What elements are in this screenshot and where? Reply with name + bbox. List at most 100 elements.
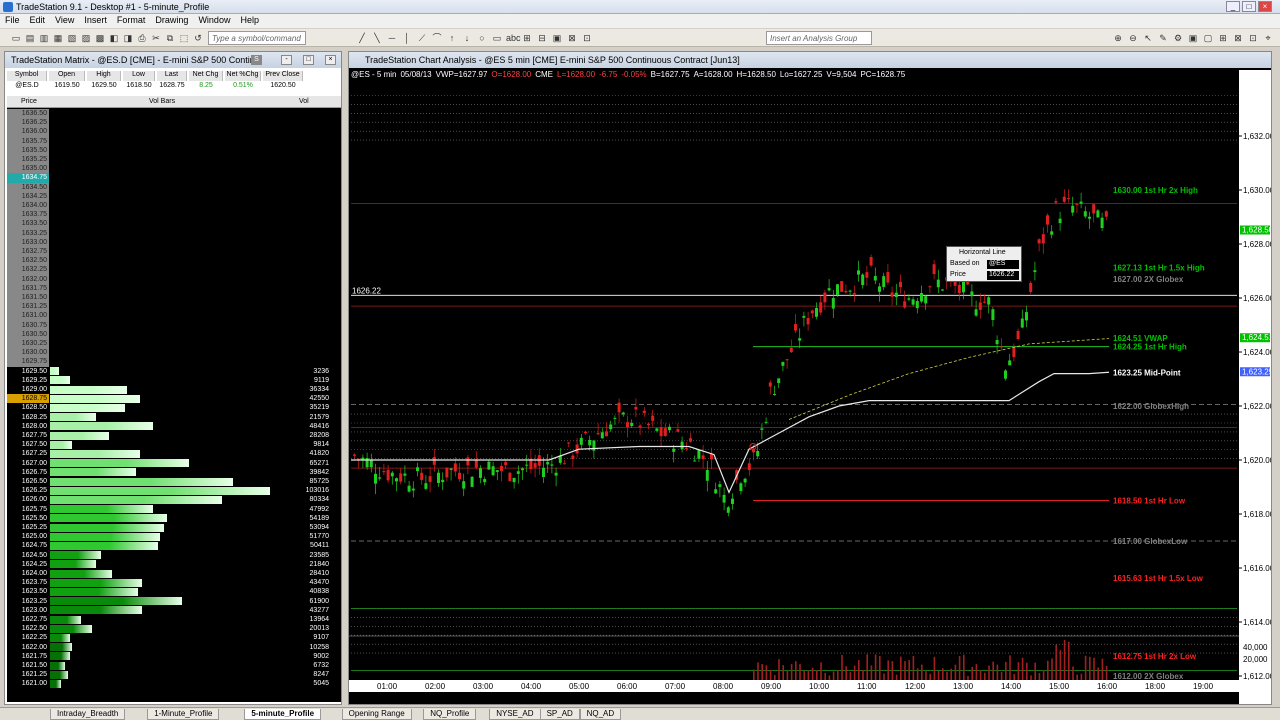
ladder-price-cell[interactable]: 1626.75: [7, 467, 49, 477]
toolbar-button-icon[interactable]: ↺: [192, 32, 204, 44]
toolbar-button-icon[interactable]: ▧: [66, 32, 78, 44]
ladder-price-cell[interactable]: 1626.25: [7, 486, 49, 496]
menu-drawing[interactable]: Drawing: [150, 14, 193, 26]
ladder-price-cell[interactable]: 1634.50: [7, 182, 49, 192]
drawing-tool-icon[interactable]: ↓: [461, 32, 473, 44]
ladder-price-cell[interactable]: 1622.00: [7, 642, 49, 652]
ladder-price-cell[interactable]: 1635.75: [7, 136, 49, 146]
drawing-tool-icon[interactable]: ▣: [551, 32, 563, 44]
menu-format[interactable]: Format: [112, 14, 151, 26]
matrix-maximize-button[interactable]: □: [303, 55, 314, 65]
ladder-price-cell[interactable]: 1631.25: [7, 302, 49, 312]
minimize-button[interactable]: _: [1226, 1, 1240, 12]
ladder-price-cell[interactable]: 1625.75: [7, 504, 49, 514]
ladder-price-cell[interactable]: 1631.75: [7, 283, 49, 293]
ladder-price-cell[interactable]: 1627.50: [7, 440, 49, 450]
ladder-price-cell[interactable]: 1630.25: [7, 339, 49, 349]
ladder-price-cell[interactable]: 1629.25: [7, 375, 49, 385]
ladder-price-cell[interactable]: 1632.00: [7, 274, 49, 284]
chart-window[interactable]: 1626.22 1630.00 1st Hr 2x High 1627.13 1st…: [348, 51, 1272, 705]
drawing-tool-icon[interactable]: ⌒: [431, 32, 443, 44]
ladder-price-cell[interactable]: 1625.50: [7, 513, 49, 523]
toolbar-button-icon[interactable]: ◨: [122, 32, 134, 44]
ladder-price-cell[interactable]: 1628.75: [7, 394, 49, 404]
ladder-price-cell[interactable]: 1624.50: [7, 550, 49, 560]
menu-file[interactable]: File: [0, 14, 25, 26]
ladder-price-cell[interactable]: 1622.75: [7, 615, 49, 625]
ladder-price-cell[interactable]: 1633.50: [7, 219, 49, 229]
menu-edit[interactable]: Edit: [25, 14, 51, 26]
ladder-price-cell[interactable]: 1624.25: [7, 559, 49, 569]
ladder-price-cell[interactable]: 1626.00: [7, 495, 49, 505]
settings-menu-icon[interactable]: S: [251, 55, 262, 65]
toolbar-button-icon[interactable]: ▤: [24, 32, 36, 44]
toolbar-button-icon[interactable]: ▥: [38, 32, 50, 44]
ladder-price-cell[interactable]: 1632.50: [7, 256, 49, 266]
toolbar-button-icon[interactable]: ⎙: [136, 32, 148, 44]
ladder-price-cell[interactable]: 1636.00: [7, 127, 49, 137]
toolbar-button-icon[interactable]: ▩: [94, 32, 106, 44]
ladder-price-cell[interactable]: 1625.00: [7, 532, 49, 542]
ladder-price-cell[interactable]: 1635.00: [7, 164, 49, 174]
ladder-price-cell[interactable]: 1628.50: [7, 403, 49, 413]
ladder-price-cell[interactable]: 1621.50: [7, 661, 49, 671]
symbol-command-input[interactable]: Type a symbol/command: [208, 31, 306, 45]
ladder-price-cell[interactable]: 1621.75: [7, 651, 49, 661]
ladder-price-cell[interactable]: 1630.00: [7, 348, 49, 358]
workspace-tab[interactable]: Opening Range: [341, 709, 412, 720]
ladder-price-cell[interactable]: 1631.50: [7, 293, 49, 303]
workspace-tab[interactable]: SP_AD: [539, 709, 580, 720]
workspace-tab[interactable]: Intraday_Breadth: [50, 709, 126, 720]
workspace-tab[interactable]: NQ_Profile: [423, 709, 477, 720]
chart-tool-icon[interactable]: ↖: [1142, 32, 1154, 44]
ladder-price-cell[interactable]: 1628.25: [7, 412, 49, 422]
ladder-price-cell[interactable]: 1624.75: [7, 541, 49, 551]
drawing-tool-icon[interactable]: ╲: [371, 32, 383, 44]
chart-tool-icon[interactable]: ⌖: [1262, 32, 1274, 44]
ladder-price-cell[interactable]: 1629.75: [7, 357, 49, 367]
chart-tool-icon[interactable]: ⊠: [1232, 32, 1244, 44]
ladder-price-cell[interactable]: 1635.50: [7, 145, 49, 155]
toolbar-button-icon[interactable]: ▭: [10, 32, 22, 44]
drawing-tool-icon[interactable]: ╱: [356, 32, 368, 44]
toolbar-button-icon[interactable]: ⬚: [178, 32, 190, 44]
ladder-price-cell[interactable]: 1629.50: [7, 366, 49, 376]
ladder-price-cell[interactable]: 1625.25: [7, 523, 49, 533]
drawing-tool-icon[interactable]: ⊟: [536, 32, 548, 44]
toolbar-button-icon[interactable]: ✂: [150, 32, 162, 44]
drawing-tool-icon[interactable]: ⊠: [566, 32, 578, 44]
chart-tool-icon[interactable]: ⊞: [1217, 32, 1229, 44]
toolbar-button-icon[interactable]: ▦: [52, 32, 64, 44]
ladder-price-cell[interactable]: 1635.25: [7, 155, 49, 165]
ladder-price-cell[interactable]: 1629.00: [7, 385, 49, 395]
ladder-price-cell[interactable]: 1634.00: [7, 201, 49, 211]
matrix-close-button[interactable]: ×: [325, 55, 336, 65]
ladder-price-cell[interactable]: 1632.25: [7, 265, 49, 275]
drawing-tool-icon[interactable]: ▭: [491, 32, 503, 44]
menu-window[interactable]: Window: [193, 14, 235, 26]
chart-tool-icon[interactable]: ▣: [1187, 32, 1199, 44]
maximize-button[interactable]: □: [1242, 1, 1256, 12]
ladder-price-cell[interactable]: 1627.75: [7, 431, 49, 441]
ladder-price-cell[interactable]: 1622.50: [7, 624, 49, 634]
workspace-tab[interactable]: 1-Minute_Profile: [147, 709, 220, 720]
ladder-price-cell[interactable]: 1622.25: [7, 633, 49, 643]
chart-tool-icon[interactable]: ⚙: [1172, 32, 1184, 44]
drawing-tool-icon[interactable]: ⊡: [581, 32, 593, 44]
ladder-price-cell[interactable]: 1623.50: [7, 587, 49, 597]
ladder-price-cell[interactable]: 1631.00: [7, 311, 49, 321]
chart-tool-icon[interactable]: ⊖: [1127, 32, 1139, 44]
ladder-price-cell[interactable]: 1626.50: [7, 477, 49, 487]
ladder-price-cell[interactable]: 1630.75: [7, 320, 49, 330]
ladder-price-cell[interactable]: 1627.25: [7, 449, 49, 459]
ladder-price-cell[interactable]: 1624.00: [7, 569, 49, 579]
matrix-minimize-button[interactable]: -: [281, 55, 292, 65]
menu-view[interactable]: View: [50, 14, 79, 26]
analysis-group-select[interactable]: Insert an Analysis Group: [766, 31, 872, 45]
ladder-price-cell[interactable]: 1634.75: [7, 173, 49, 183]
ladder-price-cell[interactable]: 1623.75: [7, 578, 49, 588]
drawing-tool-icon[interactable]: ⟋: [416, 32, 428, 44]
workspace-tab[interactable]: NYSE_AD: [489, 709, 541, 720]
ladder-price-cell[interactable]: 1623.00: [7, 605, 49, 615]
ladder-price-cell[interactable]: 1628.00: [7, 421, 49, 431]
